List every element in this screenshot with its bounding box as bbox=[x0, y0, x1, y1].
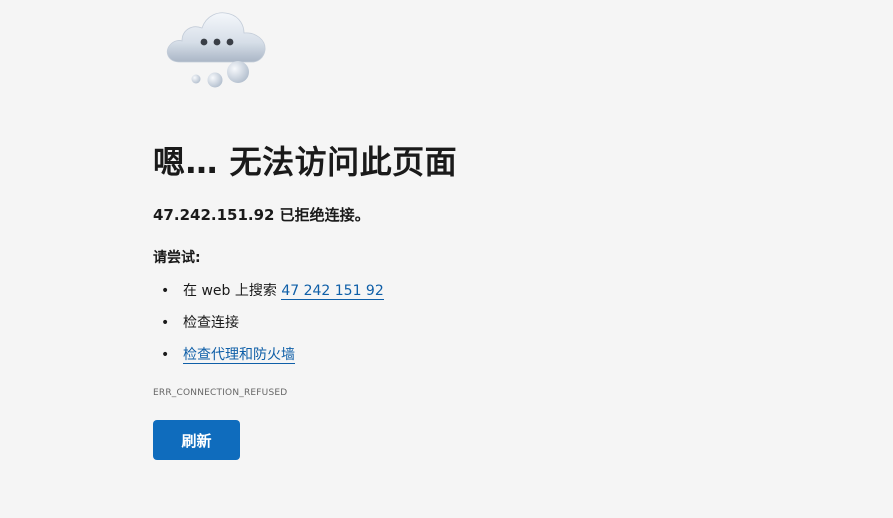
check-proxy-firewall-link[interactable]: 检查代理和防火墙 bbox=[183, 347, 295, 364]
bullet: • bbox=[161, 347, 170, 363]
bullet: • bbox=[161, 283, 170, 299]
suggestion-search-web: • 在 web 上搜索 47 242 151 92 bbox=[153, 281, 384, 301]
suggestion-search-prefix: 在 web 上搜索 bbox=[183, 283, 282, 299]
bullet: • bbox=[161, 315, 170, 331]
search-web-link[interactable]: 47 242 151 92 bbox=[281, 283, 384, 300]
error-message: 47.242.151.92 已拒绝连接。 bbox=[153, 206, 370, 224]
refresh-button[interactable]: 刷新 bbox=[153, 420, 240, 460]
suggestion-check-proxy-firewall: • 检查代理和防火墙 bbox=[153, 345, 384, 365]
page-title: 嗯… 无法访问此页面 bbox=[153, 143, 458, 181]
error-code: ERR_CONNECTION_REFUSED bbox=[153, 388, 288, 398]
try-label: 请尝试: bbox=[153, 250, 201, 266]
error-page: 嗯… 无法访问此页面 47.242.151.92 已拒绝连接。 请尝试: • 在… bbox=[0, 0, 893, 518]
suggestions-list: • 在 web 上搜索 47 242 151 92 • 检查连接 • 检查代理和… bbox=[153, 281, 384, 377]
cloud-with-ellipsis-icon bbox=[162, 8, 274, 92]
check-connection-text: 检查连接 bbox=[183, 315, 239, 331]
suggestion-check-connection: • 检查连接 bbox=[153, 313, 384, 333]
